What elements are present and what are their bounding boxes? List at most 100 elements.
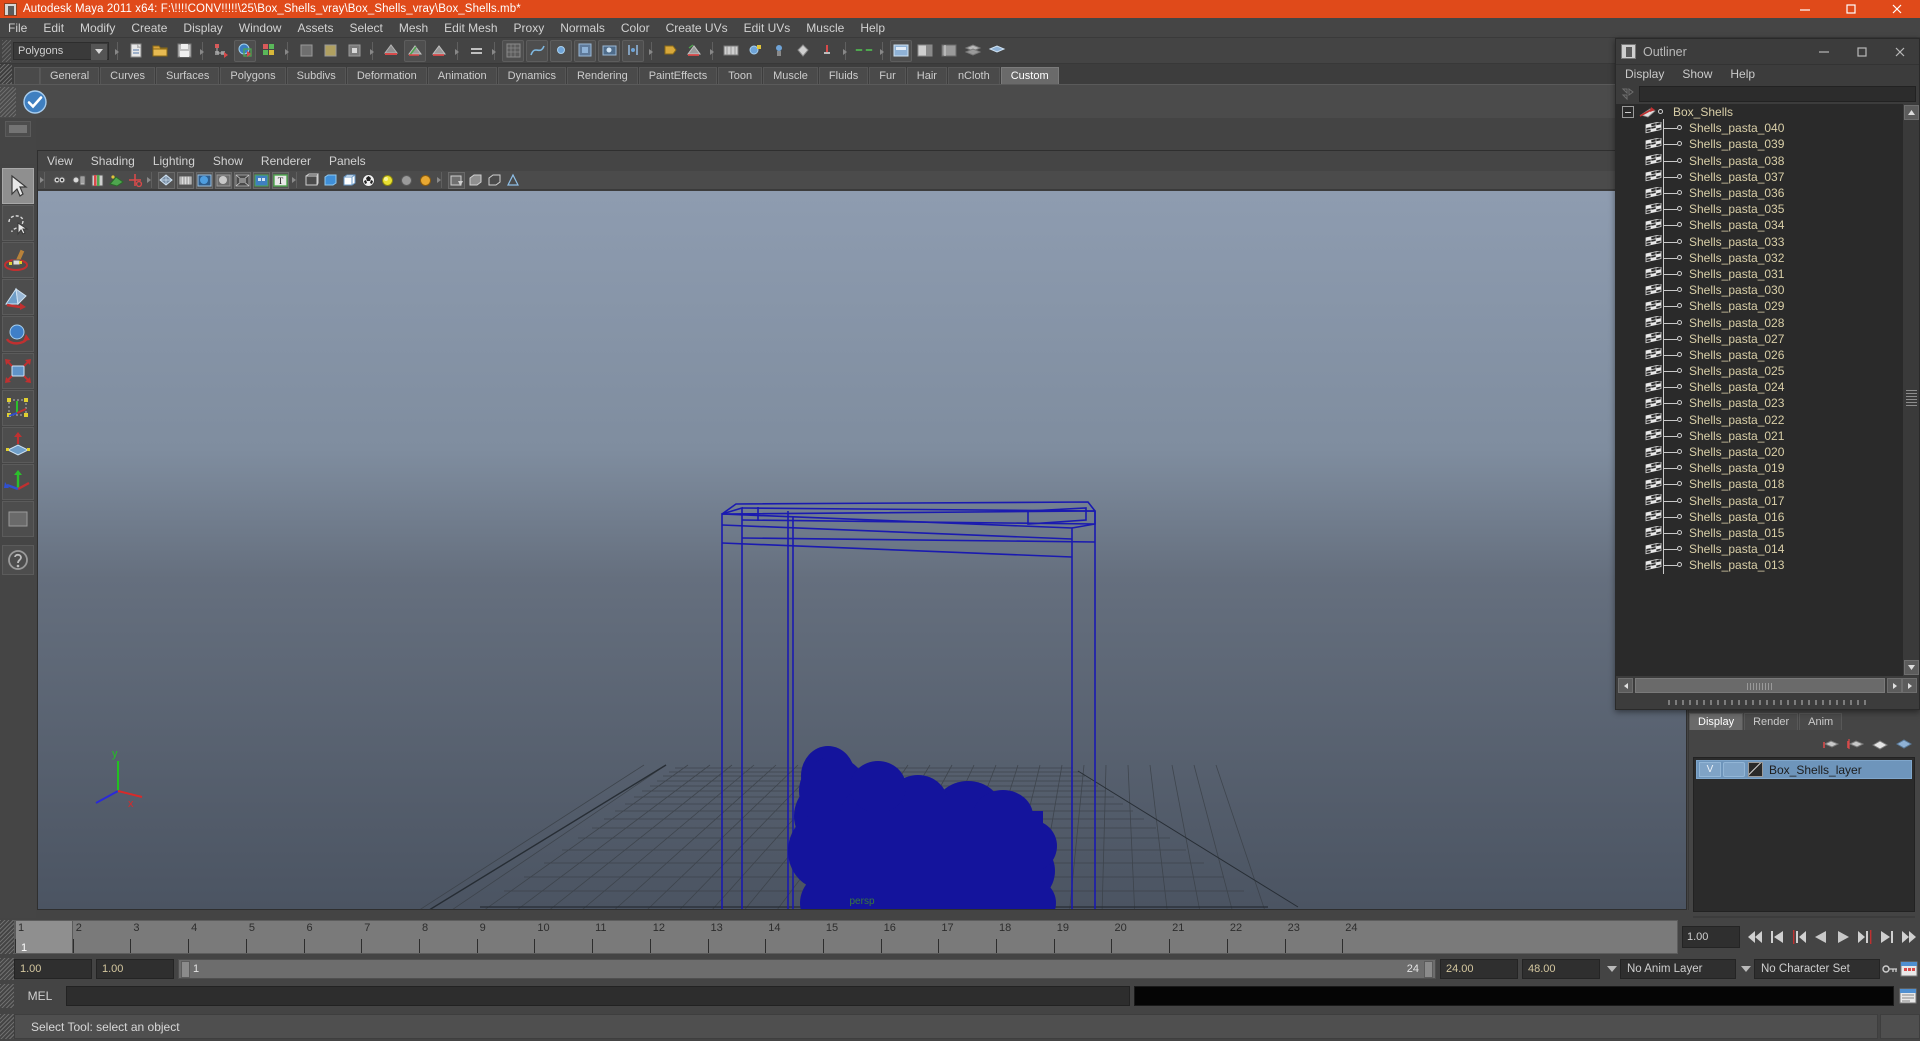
render-current-frame-icon[interactable] [683, 40, 705, 62]
two-d-pan-zoom-icon[interactable] [127, 172, 144, 189]
new-scene-icon[interactable] [125, 40, 147, 62]
outliner-row[interactable]: Shells_pasta_026 [1616, 345, 1902, 364]
tool-lasso-select-tool[interactable] [2, 205, 34, 241]
range-start-field[interactable]: 1.00 [96, 959, 174, 979]
select-lines-icon[interactable] [343, 40, 365, 62]
menu-item-normals[interactable]: Normals [552, 18, 613, 38]
toolbar-separator[interactable] [114, 41, 121, 61]
isolate-add-icon[interactable] [467, 172, 484, 189]
outliner-row[interactable]: Shells_pasta_023 [1616, 394, 1902, 413]
viewport-toolbar-separator-3[interactable] [292, 172, 300, 188]
scroll-up-icon[interactable] [1904, 105, 1919, 120]
outliner-row[interactable]: Shells_pasta_022 [1616, 410, 1902, 429]
tool-select-tool[interactable] [2, 168, 34, 204]
quick-layout-single-pane[interactable] [5, 121, 31, 137]
viewport-menu-view[interactable]: View [38, 151, 82, 171]
step-back-frame-icon[interactable] [1766, 925, 1788, 949]
character-set-chevron-icon[interactable] [1738, 959, 1754, 979]
character-set-selector[interactable]: No Character Set [1754, 959, 1880, 979]
time-tick[interactable]: 8 [418, 921, 428, 953]
outliner-filter-icon[interactable] [1619, 86, 1637, 102]
shadows-icon[interactable] [234, 171, 251, 189]
shelf-tab-subdivs[interactable]: Subdivs [286, 67, 346, 84]
shelf-tab-surfaces[interactable]: Surfaces [155, 67, 220, 84]
tool-universal-manipulator-tool[interactable] [2, 390, 34, 426]
time-tick[interactable]: 1 [15, 921, 24, 953]
light-warm-icon[interactable] [417, 172, 434, 189]
outliner-minimize-button[interactable] [1805, 39, 1843, 65]
menu-item-edit-uvs[interactable]: Edit UVs [736, 18, 799, 38]
shelf-tab-fur[interactable]: Fur [869, 67, 906, 84]
viewport-toolbar-separator-2[interactable] [147, 172, 155, 188]
time-slider-track[interactable]: 1 1 2 3 4 5 6 7 8 9 10 11 12 13 14 15 16 17 18 19 20 21 22 23 24 [14, 920, 1678, 954]
layer-visibility-toggle[interactable]: V [1699, 762, 1721, 777]
menu-item-assets[interactable]: Assets [289, 18, 341, 38]
menu-item-modify[interactable]: Modify [72, 18, 123, 38]
menu-item-edit[interactable]: Edit [35, 18, 72, 38]
tool-move-tool[interactable] [2, 279, 34, 315]
select-by-component-icon[interactable] [258, 40, 280, 62]
current-frame-field[interactable]: 1.00 [1682, 926, 1740, 948]
outliner-row[interactable]: Shells_pasta_030 [1616, 281, 1902, 300]
range-start-handle[interactable] [181, 961, 190, 978]
occlusion-icon[interactable] [341, 172, 358, 189]
outliner-row[interactable]: Shells_pasta_013 [1616, 556, 1902, 575]
outliner-close-button[interactable] [1881, 39, 1919, 65]
layer-color-swatch[interactable] [1748, 762, 1763, 777]
input-connection-icon[interactable] [853, 40, 875, 62]
viewport-toolbar-separator[interactable] [40, 172, 48, 188]
tool-soft-modification-tool[interactable] [2, 427, 34, 463]
collapse-icon[interactable] [1622, 106, 1634, 119]
isolate-remove-icon[interactable] [486, 172, 503, 189]
select-faces-icon[interactable] [380, 40, 402, 62]
time-tick[interactable]: 9 [476, 921, 486, 953]
outliner-row[interactable]: Shells_pasta_027 [1616, 329, 1902, 348]
vray-checkmark-icon[interactable] [20, 87, 50, 117]
outliner-resize-handle[interactable] [1616, 696, 1919, 709]
isolate-select-icon[interactable] [448, 171, 465, 189]
shelf-options-box[interactable] [14, 67, 40, 84]
chevron-down-icon[interactable] [91, 43, 107, 60]
time-tick[interactable]: 2 [72, 921, 82, 953]
outliner-hscroll-thumb[interactable] [1747, 683, 1773, 690]
time-tick[interactable]: 6 [303, 921, 313, 953]
xray-icon[interactable] [253, 171, 270, 189]
anim-start-field[interactable]: 1.00 [14, 959, 92, 979]
time-slider-grip[interactable] [0, 920, 14, 954]
statusline-grip[interactable] [2, 39, 11, 62]
menu-item-proxy[interactable]: Proxy [506, 18, 553, 38]
scroll-down-icon[interactable] [1904, 660, 1919, 675]
snap-curve-icon[interactable] [526, 39, 548, 62]
tool-paint-select-tool[interactable] [2, 242, 34, 278]
snap-plane-icon[interactable] [574, 39, 596, 62]
menuset-selector[interactable]: Polygons [13, 41, 109, 60]
time-tick[interactable]: 13 [707, 921, 723, 953]
tool-help-tool[interactable] [2, 545, 34, 575]
range-slider-track[interactable]: 1 24 [178, 959, 1436, 979]
go-to-end-icon[interactable] [1898, 925, 1920, 949]
diamond-icon[interactable] [792, 40, 814, 62]
step-back-key-icon[interactable] [1788, 925, 1810, 949]
outliner-row[interactable]: Shells_pasta_038 [1616, 151, 1902, 170]
outliner-row[interactable]: Shells_pasta_016 [1616, 507, 1902, 526]
outliner-row[interactable]: Shells_pasta_024 [1616, 378, 1902, 397]
time-tick[interactable]: 4 [188, 921, 197, 953]
snap-point-icon[interactable] [550, 39, 572, 62]
outliner-row[interactable]: Shells_pasta_017 [1616, 491, 1902, 510]
select-handle-icon[interactable] [295, 40, 317, 62]
time-tick[interactable]: 24 [1342, 921, 1358, 953]
shelf-tab-toon[interactable]: Toon [718, 67, 763, 84]
command-input[interactable] [66, 986, 1130, 1006]
outliner-vscrollbar[interactable] [1902, 104, 1919, 676]
time-tick[interactable]: 10 [534, 921, 550, 953]
outliner-menu-show[interactable]: Show [1673, 65, 1721, 84]
viewport-menu-lighting[interactable]: Lighting [144, 151, 204, 171]
hypershade-icon[interactable] [768, 40, 790, 62]
tool-rotate-tool[interactable] [2, 316, 34, 352]
range-slider-grip[interactable] [0, 958, 14, 980]
time-tick[interactable]: 14 [765, 921, 780, 953]
menu-item-muscle[interactable]: Muscle [798, 18, 852, 38]
layer-playback-toggle[interactable] [1723, 762, 1745, 777]
shade-textured-icon[interactable] [196, 171, 213, 189]
menu-item-edit-mesh[interactable]: Edit Mesh [436, 18, 505, 38]
